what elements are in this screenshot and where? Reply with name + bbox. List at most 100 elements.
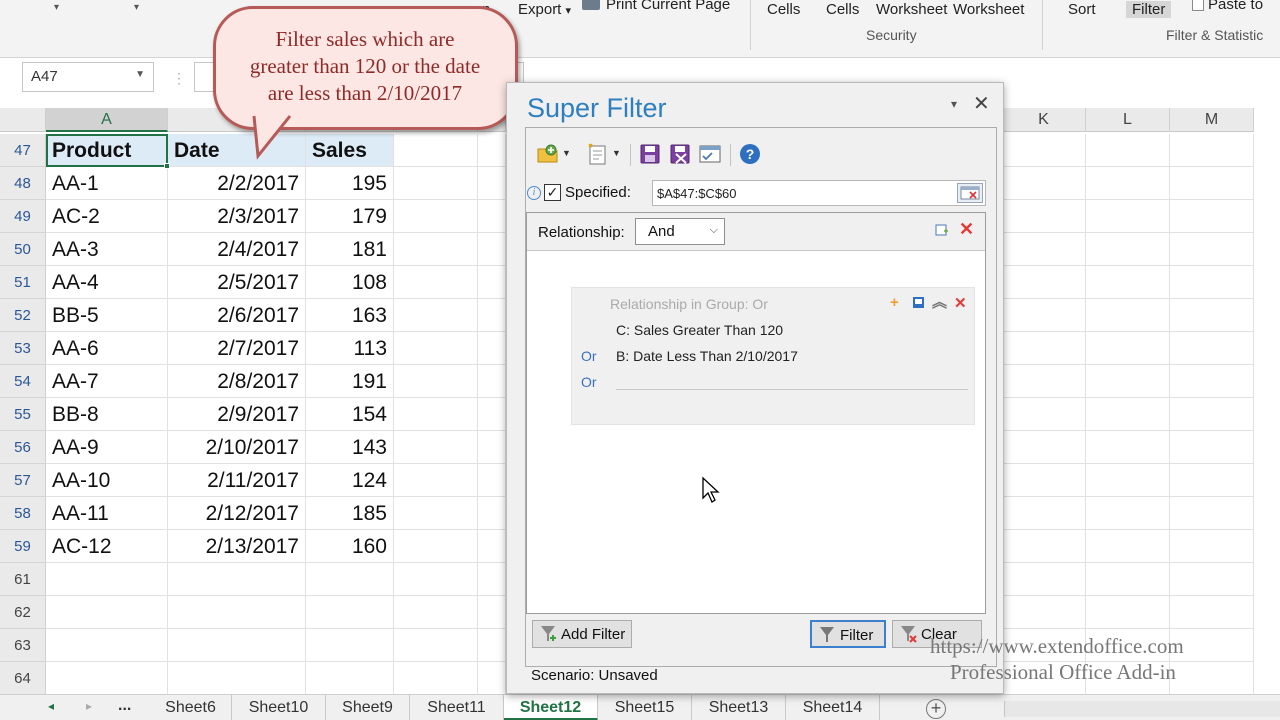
row-header[interactable]: 52 bbox=[0, 299, 46, 332]
group-relationship-label[interactable]: Relationship in Group: Or bbox=[610, 296, 768, 312]
empty-cell[interactable] bbox=[394, 629, 478, 662]
cell-product[interactable]: AA-3 bbox=[46, 233, 168, 266]
cell-date[interactable]: 2/12/2017 bbox=[168, 497, 306, 530]
empty-cell[interactable] bbox=[394, 332, 478, 365]
empty-cell[interactable] bbox=[478, 365, 506, 398]
cell-product[interactable]: AA-10 bbox=[46, 464, 168, 497]
empty-cell[interactable] bbox=[1170, 365, 1254, 398]
empty-cell[interactable] bbox=[478, 431, 506, 464]
cell-date[interactable]: 2/2/2017 bbox=[168, 167, 306, 200]
empty-cell[interactable] bbox=[1086, 332, 1170, 365]
empty-cell[interactable] bbox=[1002, 596, 1086, 629]
row-header[interactable]: 48 bbox=[0, 167, 46, 200]
empty-cell[interactable] bbox=[478, 134, 506, 167]
print-current-page-button[interactable]: Print Current Page bbox=[582, 0, 730, 13]
empty-cell[interactable] bbox=[1170, 497, 1254, 530]
export-button[interactable]: Export ▾ bbox=[518, 1, 571, 18]
manage-scenarios-icon[interactable] bbox=[698, 142, 722, 166]
cell-sales[interactable]: 143 bbox=[306, 431, 394, 464]
empty-cell[interactable] bbox=[478, 530, 506, 563]
empty-cell[interactable] bbox=[1002, 200, 1086, 233]
close-icon[interactable]: ✕ bbox=[973, 91, 990, 116]
cell-sales[interactable]: 185 bbox=[306, 497, 394, 530]
empty-cell[interactable] bbox=[1170, 167, 1254, 200]
sheet-tab[interactable]: Sheet6 bbox=[150, 695, 232, 720]
sort-button[interactable]: Sort bbox=[1068, 1, 1096, 18]
empty-cell[interactable] bbox=[394, 365, 478, 398]
cell-date[interactable]: 2/9/2017 bbox=[168, 398, 306, 431]
empty-cell[interactable] bbox=[1170, 563, 1254, 596]
empty-cell[interactable] bbox=[168, 596, 306, 629]
empty-cell[interactable] bbox=[394, 299, 478, 332]
column-header[interactable]: A bbox=[46, 108, 168, 132]
paste-to-visible-button[interactable]: Paste to bbox=[1192, 0, 1263, 13]
empty-cell[interactable] bbox=[1002, 233, 1086, 266]
cell-sales[interactable]: 179 bbox=[306, 200, 394, 233]
column-header[interactable]: K bbox=[1002, 108, 1086, 132]
empty-cell[interactable] bbox=[1170, 596, 1254, 629]
cell-date[interactable]: 2/13/2017 bbox=[168, 530, 306, 563]
cell-sales[interactable]: 163 bbox=[306, 299, 394, 332]
empty-condition-slot[interactable] bbox=[616, 389, 968, 390]
empty-cell[interactable] bbox=[1086, 134, 1170, 167]
unprotect-worksheet-button[interactable]: Worksheet bbox=[953, 1, 1024, 18]
empty-cell[interactable] bbox=[478, 266, 506, 299]
protect-worksheet-button[interactable]: Worksheet bbox=[876, 1, 947, 18]
empty-cell[interactable] bbox=[1170, 233, 1254, 266]
empty-cell[interactable] bbox=[1086, 431, 1170, 464]
empty-cell[interactable] bbox=[1170, 530, 1254, 563]
horizontal-scrollbar[interactable] bbox=[1004, 701, 1280, 717]
cell-sales[interactable]: 160 bbox=[306, 530, 394, 563]
empty-cell[interactable] bbox=[478, 200, 506, 233]
column-header[interactable]: L bbox=[1086, 108, 1170, 132]
row-header[interactable]: 61 bbox=[0, 563, 46, 596]
specified-checkbox[interactable]: ✓ bbox=[544, 184, 561, 201]
cell-product[interactable]: AC-2 bbox=[46, 200, 168, 233]
empty-cell[interactable] bbox=[478, 233, 506, 266]
row-header[interactable]: 56 bbox=[0, 431, 46, 464]
empty-cell[interactable] bbox=[394, 497, 478, 530]
save-icon[interactable] bbox=[638, 142, 662, 166]
empty-cell[interactable] bbox=[1170, 266, 1254, 299]
cell-sales[interactable]: 191 bbox=[306, 365, 394, 398]
empty-cell[interactable] bbox=[1002, 464, 1086, 497]
empty-cell[interactable] bbox=[1086, 497, 1170, 530]
empty-cell[interactable] bbox=[1002, 266, 1086, 299]
cell-date[interactable]: 2/7/2017 bbox=[168, 332, 306, 365]
empty-cell[interactable] bbox=[478, 596, 506, 629]
empty-cell[interactable] bbox=[1002, 134, 1086, 167]
empty-cell[interactable] bbox=[1002, 299, 1086, 332]
sheet-tab[interactable]: Sheet10 bbox=[232, 695, 326, 720]
empty-cell[interactable] bbox=[478, 629, 506, 662]
empty-cell[interactable] bbox=[306, 629, 394, 662]
row-header[interactable]: 58 bbox=[0, 497, 46, 530]
cell-sales[interactable]: 124 bbox=[306, 464, 394, 497]
empty-cell[interactable] bbox=[478, 497, 506, 530]
save-as-icon[interactable] bbox=[668, 142, 692, 166]
filter-button[interactable]: Filter bbox=[1126, 1, 1172, 18]
empty-cell[interactable] bbox=[306, 662, 394, 695]
empty-cell[interactable] bbox=[168, 662, 306, 695]
sheet-tab[interactable]: Sheet13 bbox=[692, 695, 786, 720]
empty-cell[interactable] bbox=[1002, 530, 1086, 563]
row-header[interactable]: 57 bbox=[0, 464, 46, 497]
empty-cell[interactable] bbox=[1086, 464, 1170, 497]
empty-cell[interactable] bbox=[1002, 332, 1086, 365]
empty-cell[interactable] bbox=[1170, 464, 1254, 497]
empty-cell[interactable] bbox=[394, 596, 478, 629]
cell-date[interactable]: 2/11/2017 bbox=[168, 464, 306, 497]
cell-sales[interactable]: 108 bbox=[306, 266, 394, 299]
empty-cell[interactable] bbox=[306, 596, 394, 629]
empty-cell[interactable] bbox=[394, 398, 478, 431]
decrypt-cells-button[interactable]: Cells bbox=[826, 1, 859, 18]
empty-cell[interactable] bbox=[478, 299, 506, 332]
empty-cell[interactable] bbox=[394, 233, 478, 266]
empty-cell[interactable] bbox=[394, 431, 478, 464]
cell-product[interactable]: AA-1 bbox=[46, 167, 168, 200]
empty-cell[interactable] bbox=[478, 332, 506, 365]
empty-cell[interactable] bbox=[478, 398, 506, 431]
empty-cell[interactable] bbox=[1086, 596, 1170, 629]
sheet-tab[interactable]: Sheet14 bbox=[786, 695, 880, 720]
delete-all-icon[interactable]: ✕ bbox=[959, 219, 974, 240]
empty-cell[interactable] bbox=[1170, 299, 1254, 332]
